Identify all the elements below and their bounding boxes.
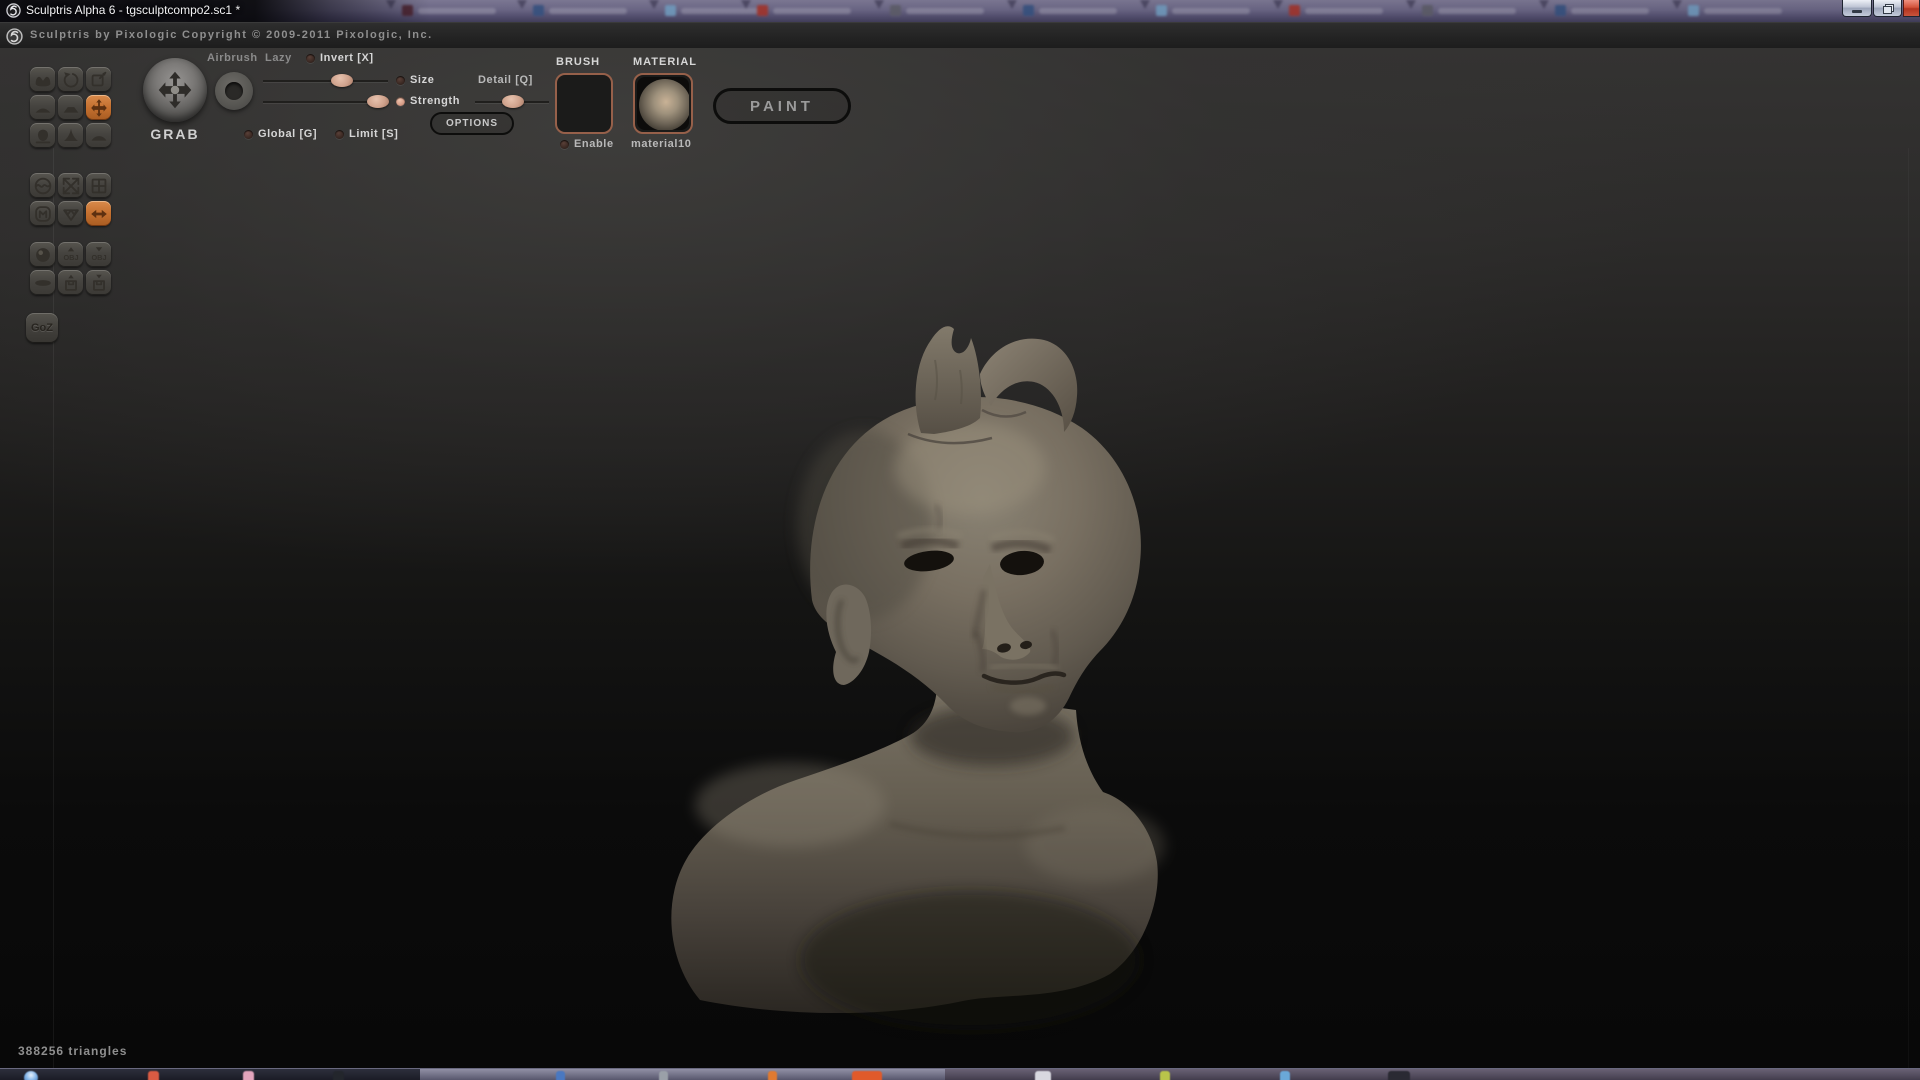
invert-toggle[interactable]: Invert [X] [320, 52, 374, 64]
window-title: Sculptris Alpha 6 - tgsculptcompo2.sc1 * [26, 3, 240, 17]
detail-slider-knob[interactable] [502, 95, 524, 108]
taskbar-app[interactable] [852, 1071, 882, 1080]
brush-texture-swatch[interactable] [555, 73, 613, 134]
toggle-wave-sphere-button[interactable] [30, 173, 55, 198]
taskbar-app[interactable] [148, 1071, 159, 1080]
tool-inflate-button[interactable] [30, 123, 55, 148]
new-plane-button[interactable] [30, 270, 55, 295]
titlebar: Sculptris Alpha 6 - tgsculptcompo2.sc1 * [0, 0, 1920, 22]
material-sphere-preview [637, 77, 689, 130]
taskbar-app[interactable] [768, 1071, 777, 1080]
paint-button-label: PAINT [750, 98, 814, 115]
options-button[interactable]: OPTIONS [430, 112, 514, 135]
restore-button[interactable] [1873, 0, 1902, 17]
taskbar-app[interactable] [243, 1071, 254, 1080]
brush-enable-label[interactable]: Enable [574, 138, 614, 150]
global-toggle[interactable]: Global [G] [258, 128, 317, 140]
limit-radio[interactable] [335, 130, 344, 139]
brush-ring-hole [225, 82, 243, 100]
tool-scale-button[interactable] [86, 67, 111, 92]
svg-text:OBJ: OBJ [91, 253, 106, 262]
strength-label[interactable]: Strength [410, 95, 460, 107]
brush-section-label: BRUSH [556, 56, 600, 68]
taskbar-app[interactable] [556, 1071, 565, 1080]
global-radio[interactable] [244, 130, 253, 139]
brush-ring-preview[interactable] [215, 72, 253, 110]
detail-label: Detail [Q] [478, 74, 533, 86]
sculptris-app-icon [6, 3, 21, 22]
new-sphere-button[interactable] [30, 242, 55, 267]
taskbar-right-area [945, 1069, 1920, 1080]
tool-crease-button[interactable] [30, 67, 55, 92]
taskbar-app[interactable] [1035, 1071, 1051, 1080]
window-controls [1842, 0, 1920, 17]
save-file-button[interactable] [86, 270, 111, 295]
active-tool-label: GRAB [143, 126, 207, 142]
strength-radio[interactable] [396, 97, 405, 106]
active-tool-sphere[interactable] [143, 58, 207, 122]
tool-pinch-button[interactable] [58, 123, 83, 148]
brand-bar: Sculptris by Pixologic Copyright © 2009-… [0, 22, 1920, 48]
strength-slider[interactable] [263, 95, 388, 108]
svg-text:OBJ: OBJ [63, 253, 78, 262]
size-slider[interactable] [263, 74, 388, 87]
tool-grab-button[interactable] [86, 95, 111, 120]
export-obj-button[interactable]: OBJ [86, 242, 111, 267]
taskbar-app[interactable] [333, 1071, 344, 1080]
minimize-button[interactable] [1842, 0, 1872, 17]
sculpture-3d-model[interactable] [640, 300, 1200, 1040]
tool-draw-button[interactable] [30, 95, 55, 120]
close-button[interactable] [1903, 0, 1920, 17]
size-slider-track[interactable] [263, 80, 388, 82]
viewport[interactable]: OBJ OBJ GoZ GRAB Airbrush Lazy Invert [X… [0, 48, 1920, 1068]
copyright-text: Copyright © 2009-2011 Pixologic, Inc. [182, 29, 433, 41]
brush-enable-radio[interactable] [560, 140, 569, 149]
taskbar-app[interactable] [659, 1071, 668, 1080]
start-orb[interactable] [24, 1071, 38, 1080]
taskbar-app[interactable] [1280, 1071, 1290, 1080]
toggle-mirror-button[interactable] [86, 201, 111, 226]
tool-smooth-button[interactable] [86, 123, 111, 148]
restore-icon [1883, 4, 1892, 12]
material-section-label: MATERIAL [633, 56, 697, 68]
brand-text: Sculptris by Pixologic [30, 29, 178, 41]
titlebar-dark-overlay [0, 0, 1920, 22]
invert-radio[interactable] [306, 54, 315, 63]
airbrush-toggle[interactable]: Airbrush [207, 52, 258, 64]
toggle-quad-grid-button[interactable] [86, 173, 111, 198]
open-file-button[interactable] [58, 270, 83, 295]
material-name: material10 [631, 138, 691, 150]
import-obj-button[interactable]: OBJ [58, 242, 83, 267]
toggle-w-triangle-button[interactable] [58, 201, 83, 226]
minimize-icon [1852, 10, 1862, 13]
material-swatch[interactable] [633, 73, 693, 134]
options-button-label: OPTIONS [446, 118, 498, 129]
paint-button[interactable]: PAINT [713, 88, 851, 124]
tool-group-file: OBJ OBJ [30, 242, 111, 295]
sculptris-logo-icon [6, 28, 23, 50]
goz-button[interactable]: GoZ [26, 313, 58, 343]
triangle-count-status: 388256 triangles [18, 1044, 127, 1058]
tool-group-toggles [30, 173, 111, 226]
size-slider-knob[interactable] [331, 74, 353, 87]
strength-slider-knob[interactable] [367, 95, 389, 108]
toggle-triangle-x-button[interactable] [58, 173, 83, 198]
detail-slider[interactable] [475, 95, 549, 108]
sculptris-window: Sculptris Alpha 6 - tgsculptcompo2.sc1 *… [0, 0, 1920, 1080]
tool-group-brushes [30, 67, 111, 148]
limit-toggle[interactable]: Limit [S] [349, 128, 398, 140]
tool-rotate-button[interactable] [58, 67, 83, 92]
lazy-toggle[interactable]: Lazy [265, 52, 292, 64]
size-radio[interactable] [396, 76, 405, 85]
size-label[interactable]: Size [410, 74, 434, 86]
windows-taskbar[interactable] [0, 1068, 1920, 1080]
taskbar-app[interactable] [1388, 1071, 1410, 1080]
toggle-mask-m-button[interactable] [30, 201, 55, 226]
tool-flatten-button[interactable] [58, 95, 83, 120]
taskbar-app[interactable] [1160, 1071, 1170, 1080]
